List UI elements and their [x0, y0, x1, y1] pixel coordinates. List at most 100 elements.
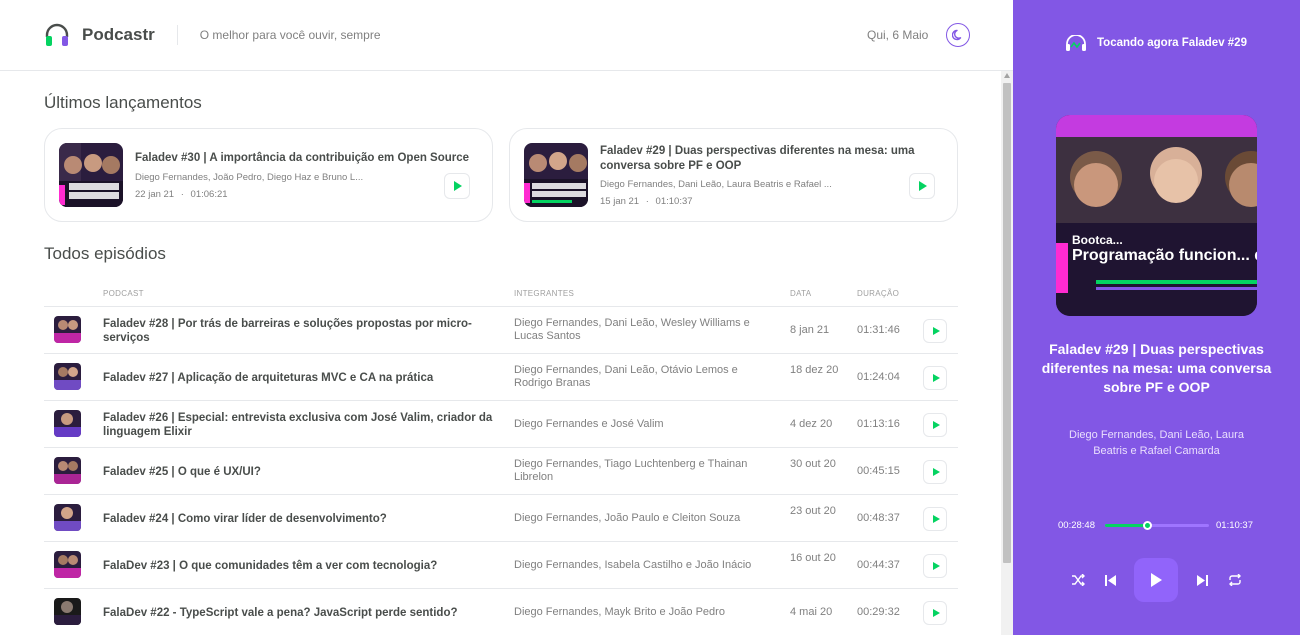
theme-toggle-button[interactable]: [946, 23, 970, 47]
playing-episode-title: Faladev #29 | Duas perspectivas diferent…: [1041, 341, 1272, 395]
latest-episode-card[interactable]: Faladev #30 | A importância da contribui…: [44, 128, 493, 222]
episode-title[interactable]: FalaDev #23 | O que comunidades têm a ve…: [103, 559, 493, 573]
current-date: Qui, 6 Maio: [867, 28, 929, 42]
separator-dot: ·: [645, 196, 649, 207]
episode-thumbnail[interactable]: [54, 363, 81, 390]
episode-duration: 00:45:15: [857, 465, 900, 477]
main-content[interactable]: Últimos lançamentos Faladev #30 | A impo…: [0, 71, 1001, 635]
cover-text: Programação funcion... devs orientados a…: [1072, 247, 1257, 264]
episode-date: 22 jan 21: [135, 189, 175, 200]
all-episodes-section-title: Todos episódios: [44, 244, 166, 263]
play-episode-button[interactable]: [444, 173, 470, 199]
vertical-scrollbar[interactable]: [1001, 71, 1013, 635]
episode-date: 18 dez 20: [790, 364, 839, 376]
episode-duration: 01:06:21: [190, 189, 228, 200]
column-header-duration: DURAÇÃO: [857, 289, 900, 298]
shuffle-icon: [1072, 574, 1085, 586]
episode-meta: 15 jan 21 · 01:10:37: [600, 196, 693, 207]
play-episode-button[interactable]: [923, 601, 947, 625]
episode-members: Diego Fernandes e José Valim: [514, 418, 664, 430]
episode-date: 8 jan 21: [790, 324, 830, 336]
episode-members: Diego Fernandes, Mayk Brito e João Pedro: [514, 606, 725, 618]
header-divider: [176, 25, 178, 45]
episode-duration: 00:44:37: [857, 559, 900, 571]
previous-button[interactable]: [1100, 570, 1120, 590]
table-row[interactable]: FalaDev #23 | O que comunidades têm a ve…: [44, 541, 958, 588]
play-icon: [932, 374, 940, 382]
table-row[interactable]: Faladev #24 | Como virar líder de desenv…: [44, 494, 958, 541]
headphones-icon: [1066, 35, 1086, 51]
play-episode-button[interactable]: [923, 460, 947, 484]
play-icon: [919, 181, 927, 191]
episode-members: Diego Fernandes, João Paulo e Cleiton So…: [514, 512, 741, 524]
episode-members: Diego Fernandes, Dani Leão, Wesley Willi…: [514, 317, 750, 342]
repeat-icon: [1229, 574, 1241, 586]
episode-title[interactable]: Faladev #25 | O que é UX/UI?: [103, 465, 493, 479]
episode-date: 23 out 20: [790, 505, 836, 517]
episode-title[interactable]: Faladev #24 | Como virar líder de desenv…: [103, 512, 493, 526]
episode-duration: 00:29:32: [857, 606, 900, 618]
episode-title[interactable]: Faladev #26 | Especial: entrevista exclu…: [103, 411, 493, 439]
play-episode-button[interactable]: [923, 319, 947, 343]
playing-episode-members: Diego Fernandes, Dani Leão, Laura Beatri…: [1069, 429, 1244, 457]
play-episode-button[interactable]: [923, 507, 947, 531]
column-header-members: INTEGRANTES: [514, 289, 575, 298]
now-playing-label: Tocando agora Faladev #29: [1097, 37, 1247, 49]
play-pause-button[interactable]: [1134, 558, 1178, 602]
logo[interactable]: Podcastr: [44, 22, 155, 48]
episode-title[interactable]: Faladev #28 | Por trás de barreiras e so…: [103, 317, 493, 345]
table-row[interactable]: Faladev #28 | Por trás de barreiras e so…: [44, 306, 958, 353]
play-episode-button[interactable]: [909, 173, 935, 199]
episode-members: Diego Fernandes, Dani Leão, Otávio Lemos…: [514, 364, 738, 389]
play-episode-button[interactable]: [923, 554, 947, 578]
table-row[interactable]: Faladev #27 | Aplicação de arquiteturas …: [44, 353, 958, 400]
episode-meta: 22 jan 21 · 01:06:21: [135, 189, 228, 200]
episode-thumbnail[interactable]: [59, 143, 123, 207]
episode-members: Diego Fernandes, Tiago Luchtenberg e Tha…: [514, 458, 748, 483]
progress-fill: [1105, 524, 1148, 527]
cover-top-text: Bootca...: [1072, 233, 1123, 247]
episode-date: 15 jan 21: [600, 196, 640, 207]
column-header-podcast: PODCAST: [103, 289, 144, 298]
episode-title[interactable]: Faladev #27 | Aplicação de arquiteturas …: [103, 371, 493, 385]
moon-icon: [952, 29, 962, 41]
episode-title[interactable]: FalaDev #22 - TypeScript vale a pena? Ja…: [103, 606, 493, 620]
play-icon: [932, 327, 940, 335]
episode-duration: 01:13:16: [857, 418, 900, 430]
table-row[interactable]: FalaDev #22 - TypeScript vale a pena? Ja…: [44, 588, 958, 635]
episode-date: 16 out 20: [790, 552, 836, 564]
separator-dot: ·: [180, 189, 184, 200]
episode-members: Diego Fernandes, Isabela Castilho e João…: [514, 559, 752, 571]
skip-next-icon: [1196, 574, 1208, 586]
episode-date: 4 dez 20: [790, 418, 833, 430]
next-button[interactable]: [1192, 570, 1212, 590]
play-episode-button[interactable]: [923, 413, 947, 437]
episode-title[interactable]: Faladev #30 | A importância da contribui…: [135, 151, 475, 166]
current-time: 00:28:48: [1058, 520, 1095, 531]
episode-date: 4 mai 20: [790, 606, 833, 618]
scrollbar-thumb[interactable]: [1003, 83, 1011, 563]
progress-slider[interactable]: [1105, 521, 1209, 530]
repeat-button[interactable]: [1225, 570, 1245, 590]
episode-thumbnail[interactable]: [54, 457, 81, 484]
column-header-date: DATA: [790, 289, 812, 298]
episode-thumbnail[interactable]: [54, 598, 81, 625]
episode-thumbnail[interactable]: [524, 143, 588, 207]
table-row[interactable]: Faladev #26 | Especial: entrevista exclu…: [44, 400, 958, 447]
play-episode-button[interactable]: [923, 366, 947, 390]
scroll-up-arrow-icon[interactable]: [1004, 73, 1010, 78]
latest-episode-card[interactable]: Faladev #29 | Duas perspectivas diferent…: [509, 128, 958, 222]
play-icon: [932, 421, 940, 429]
latest-section-title: Últimos lançamentos: [44, 93, 202, 112]
episode-duration: 01:31:46: [857, 324, 900, 336]
episode-thumbnail[interactable]: [54, 551, 81, 578]
table-row[interactable]: Faladev #25 | O que é UX/UI? Diego Ferna…: [44, 447, 958, 494]
episode-title[interactable]: Faladev #29 | Duas perspectivas diferent…: [600, 144, 930, 174]
progress-handle[interactable]: [1143, 521, 1153, 530]
total-time: 01:10:37: [1216, 520, 1253, 531]
episode-thumbnail[interactable]: [54, 504, 81, 531]
shuffle-button[interactable]: [1068, 570, 1088, 590]
episode-thumbnail[interactable]: [54, 316, 81, 343]
episode-thumbnail[interactable]: [54, 410, 81, 437]
episode-members: Diego Fernandes, João Pedro, Diego Haz e…: [135, 172, 364, 183]
